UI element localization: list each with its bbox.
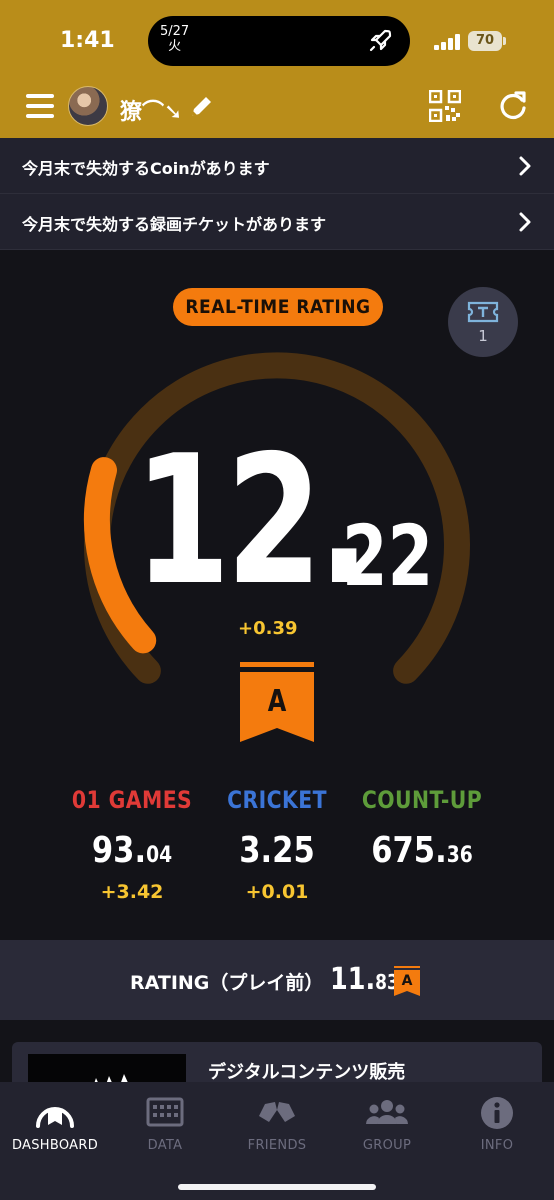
rating-before-play: RATING（プレイ前） 11.83 A <box>0 940 554 1020</box>
rating-integer: 12. <box>134 417 371 624</box>
tab-label: GROUP <box>362 1138 412 1153</box>
island-date-day: 5/27 <box>160 24 190 39</box>
stat-diff: +0.01 <box>245 881 309 903</box>
grade-letter: A <box>267 684 287 719</box>
dynamic-island: 5/27 火 <box>148 16 410 66</box>
rating-before-grade: A <box>394 966 420 996</box>
tab-label: DASHBOARD <box>11 1138 99 1153</box>
refresh-icon[interactable] <box>497 90 529 122</box>
notice-text: 今月末で失効する録画チケットがあります <box>22 215 327 234</box>
signal-icon <box>434 34 460 50</box>
tab-dashboard[interactable]: DASHBOARD <box>0 1094 110 1153</box>
notice-ticket-expiring[interactable]: 今月末で失効する録画チケットがあります <box>0 194 554 250</box>
stat-value-int: 675. <box>371 830 447 871</box>
real-time-rating-badge: REAL-TIME RATING <box>173 288 383 326</box>
rating-before-value: 11.83 <box>330 962 399 997</box>
promo-title: デジタルコンテンツ販売 <box>208 1062 406 1083</box>
stat-diff: +3.42 <box>100 881 164 903</box>
rating-decimal: 22 <box>342 507 434 605</box>
status-time: 1:41 <box>60 28 115 53</box>
stat-value-int: 93. <box>91 830 147 871</box>
notice-text: 今月末で失効するCoinがあります <box>22 159 270 178</box>
stat-value-int: 3.25 <box>239 830 315 871</box>
battery-indicator: 70 <box>468 31 502 51</box>
chevron-right-icon <box>519 156 531 176</box>
notice-coin-expiring[interactable]: 今月末で失効するCoinがあります <box>0 138 554 194</box>
stat-label: 01 GAMES <box>71 786 193 814</box>
stat-cricket[interactable]: CRICKET 3.25 +0.01 <box>197 786 357 903</box>
info-icon <box>481 1097 513 1129</box>
ticket-count: 1 <box>478 327 488 345</box>
home-indicator <box>178 1184 376 1190</box>
tab-label: DATA <box>147 1138 183 1153</box>
island-date: 5/27 火 <box>160 24 189 54</box>
friends-icon <box>259 1102 295 1122</box>
bottom-tab-bar: DASHBOARD DATA FRIENDS GROUP INFO <box>0 1082 554 1200</box>
ticket-icon <box>467 301 499 323</box>
data-icon <box>146 1097 184 1127</box>
stat-label: CRICKET <box>227 786 327 814</box>
hamburger-menu-icon[interactable] <box>26 94 54 118</box>
tab-label: FRIENDS <box>247 1138 307 1153</box>
stat-value: 93.04 <box>64 830 200 871</box>
stat-count-up[interactable]: COUNT-UP 675.36 <box>342 786 502 881</box>
stat-01-games[interactable]: 01 GAMES 93.04 +3.42 <box>52 786 212 903</box>
tab-friends[interactable]: FRIENDS <box>222 1094 332 1153</box>
stat-value: 675.36 <box>354 830 490 871</box>
rocket-icon <box>369 29 392 52</box>
rating-diff: +0.39 <box>238 618 298 639</box>
ticket-button[interactable]: 1 <box>448 287 518 357</box>
rating-before-grade-letter: A <box>401 973 413 989</box>
username[interactable]: 獠⌒➘ <box>120 94 182 126</box>
stat-label: COUNT-UP <box>361 786 483 814</box>
island-weekday: 火 <box>168 39 182 54</box>
tab-group[interactable]: GROUP <box>332 1094 442 1153</box>
qr-code-icon[interactable] <box>429 90 461 122</box>
stat-value-dec: 36 <box>446 843 473 868</box>
avatar[interactable] <box>68 86 108 126</box>
app-header: 1:41 5/27 火 70 獠⌒➘ <box>0 0 554 138</box>
stat-value-dec: 04 <box>146 843 173 868</box>
tab-data[interactable]: DATA <box>110 1094 220 1153</box>
chevron-right-icon <box>519 212 531 232</box>
battery-tip <box>503 37 506 45</box>
grade-badge: A <box>240 662 314 744</box>
rating-before-label: RATING（プレイ前） <box>130 972 324 994</box>
tab-label: INFO <box>480 1138 514 1153</box>
edit-pen-icon[interactable] <box>188 94 214 120</box>
dashboard-icon <box>36 1107 74 1128</box>
group-icon <box>366 1100 408 1124</box>
stat-value: 3.25 <box>209 830 345 871</box>
rating-before-int: 11. <box>330 962 376 997</box>
tab-info[interactable]: INFO <box>442 1094 552 1153</box>
